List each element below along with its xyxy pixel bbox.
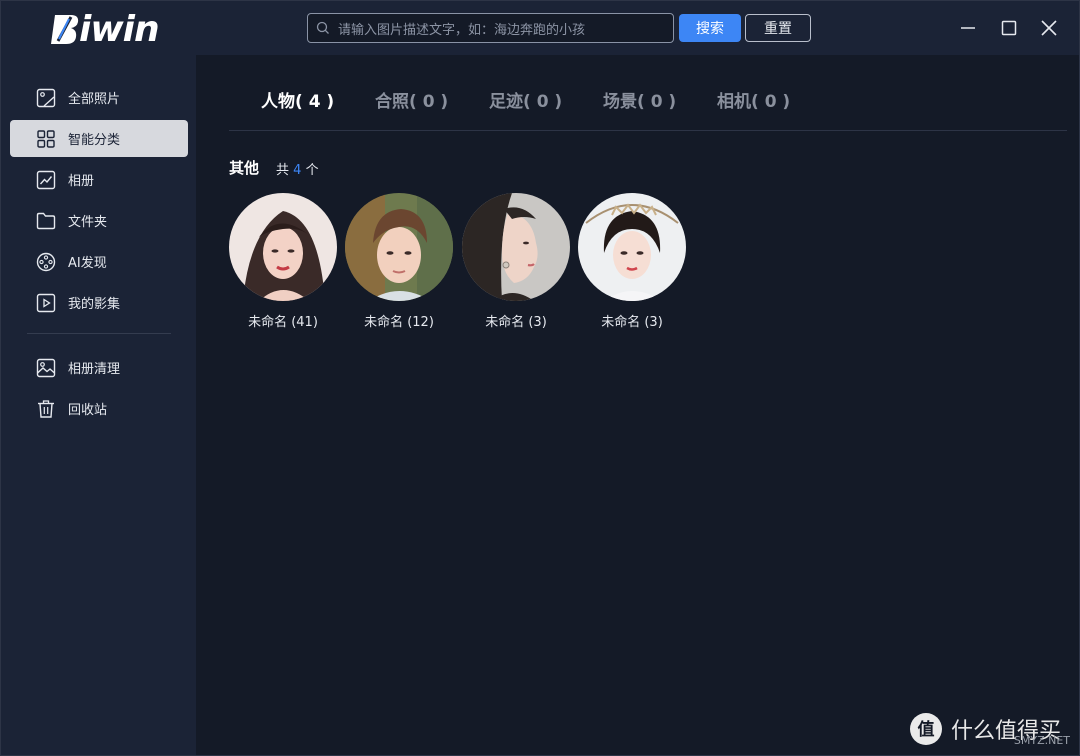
close-button[interactable]	[1034, 13, 1064, 43]
watermark-logo-icon: 值	[910, 713, 942, 745]
sidebar-item-ai-discover[interactable]: AI发现	[10, 243, 188, 280]
sidebar-item-label: 文件夹	[68, 215, 108, 230]
image-icon	[35, 357, 57, 379]
tab-footprint[interactable]: 足迹( 0 )	[489, 87, 562, 112]
sidebar-item-label: 我的影集	[68, 297, 121, 312]
face-card[interactable]: 未命名 (3)	[462, 193, 570, 330]
minimize-icon	[961, 27, 975, 29]
sidebar-item-my-movies[interactable]: 我的影集	[10, 284, 188, 321]
sidebar-item-label: 相册	[68, 174, 95, 189]
sidebar-item-label: AI发现	[68, 256, 107, 271]
face-card[interactable]: 未命名 (3)	[578, 193, 686, 330]
tab-camera[interactable]: 相机( 0 )	[717, 87, 790, 112]
group-count: 共 4 个	[276, 159, 319, 178]
trend-icon	[35, 169, 57, 191]
sidebar-item-label: 智能分类	[68, 133, 121, 148]
sidebar-item-album-cleanup[interactable]: 相册清理	[10, 349, 188, 386]
avatar[interactable]	[462, 193, 570, 301]
watermark-sub: SMYZ.NET	[1013, 734, 1070, 747]
svg-text:值: 值	[918, 719, 935, 740]
sidebar-item-smart-category[interactable]: 智能分类	[10, 120, 188, 157]
search-icon	[316, 21, 329, 34]
trash-icon	[35, 398, 57, 420]
sidebar-divider	[27, 333, 171, 334]
sidebar-item-recycle-bin[interactable]: 回收站	[10, 390, 188, 427]
close-icon	[1041, 20, 1057, 36]
maximize-icon	[1001, 20, 1017, 36]
avatar[interactable]	[345, 193, 453, 301]
face-label: 未命名 (12)	[364, 315, 434, 330]
face-card[interactable]: 未命名 (41)	[229, 193, 337, 330]
group-count-number: 4	[293, 163, 302, 178]
maximize-button[interactable]	[994, 13, 1024, 43]
folder-icon	[35, 210, 57, 232]
photo-icon	[35, 87, 57, 109]
grid-icon	[35, 128, 57, 150]
face-card[interactable]: 未命名 (12)	[345, 193, 453, 330]
film-reel-icon	[35, 251, 57, 273]
sidebar-item-album[interactable]: 相册	[10, 161, 188, 198]
reset-button[interactable]: 重置	[745, 14, 811, 42]
sidebar-item-all-photos[interactable]: 全部照片	[10, 79, 188, 116]
search-placeholder: 请输入图片描述文字，如：海边奔跑的小孩	[338, 22, 586, 38]
sidebar-item-folder[interactable]: 文件夹	[10, 202, 188, 239]
face-label: 未命名 (3)	[485, 315, 547, 330]
app-logo: iwin	[49, 8, 160, 50]
video-play-icon	[35, 292, 57, 314]
face-label: 未命名 (3)	[601, 315, 663, 330]
sidebar-item-label: 回收站	[68, 403, 108, 418]
logo-text: iwin	[79, 8, 160, 50]
group-count-prefix: 共	[276, 163, 290, 178]
tab-group-photo[interactable]: 合照( 0 )	[375, 87, 448, 112]
search-input[interactable]: 请输入图片描述文字，如：海边奔跑的小孩	[307, 13, 674, 43]
logo-b-mark	[51, 15, 79, 44]
face-label: 未命名 (41)	[248, 315, 318, 330]
app-window: iwin 请输入图片描述文字，如：海边奔跑的小孩 搜索 重置 全部照片 智能分类…	[0, 0, 1080, 756]
sidebar: 全部照片 智能分类 相册 文件夹 AI发现 我的影集 相册清理 回收站	[1, 55, 196, 755]
sidebar-item-label: 全部照片	[68, 92, 121, 107]
group-title: 其他	[229, 159, 260, 177]
title-bar: iwin 请输入图片描述文字，如：海边奔跑的小孩 搜索 重置	[1, 1, 1079, 55]
tab-people[interactable]: 人物( 4 )	[261, 87, 334, 112]
tab-scene[interactable]: 场景( 0 )	[603, 87, 676, 112]
avatar[interactable]	[229, 193, 337, 301]
search-button[interactable]: 搜索	[679, 14, 741, 42]
watermark: 值 什么值得买 SMYZ.NET	[909, 711, 1074, 747]
sidebar-item-label: 相册清理	[68, 362, 121, 377]
category-tabs: 人物( 4 ) 合照( 0 ) 足迹( 0 ) 场景( 0 ) 相机( 0 )	[229, 55, 1067, 131]
avatar[interactable]	[578, 193, 686, 301]
minimize-button[interactable]	[953, 13, 983, 43]
group-count-suffix: 个	[305, 163, 319, 178]
